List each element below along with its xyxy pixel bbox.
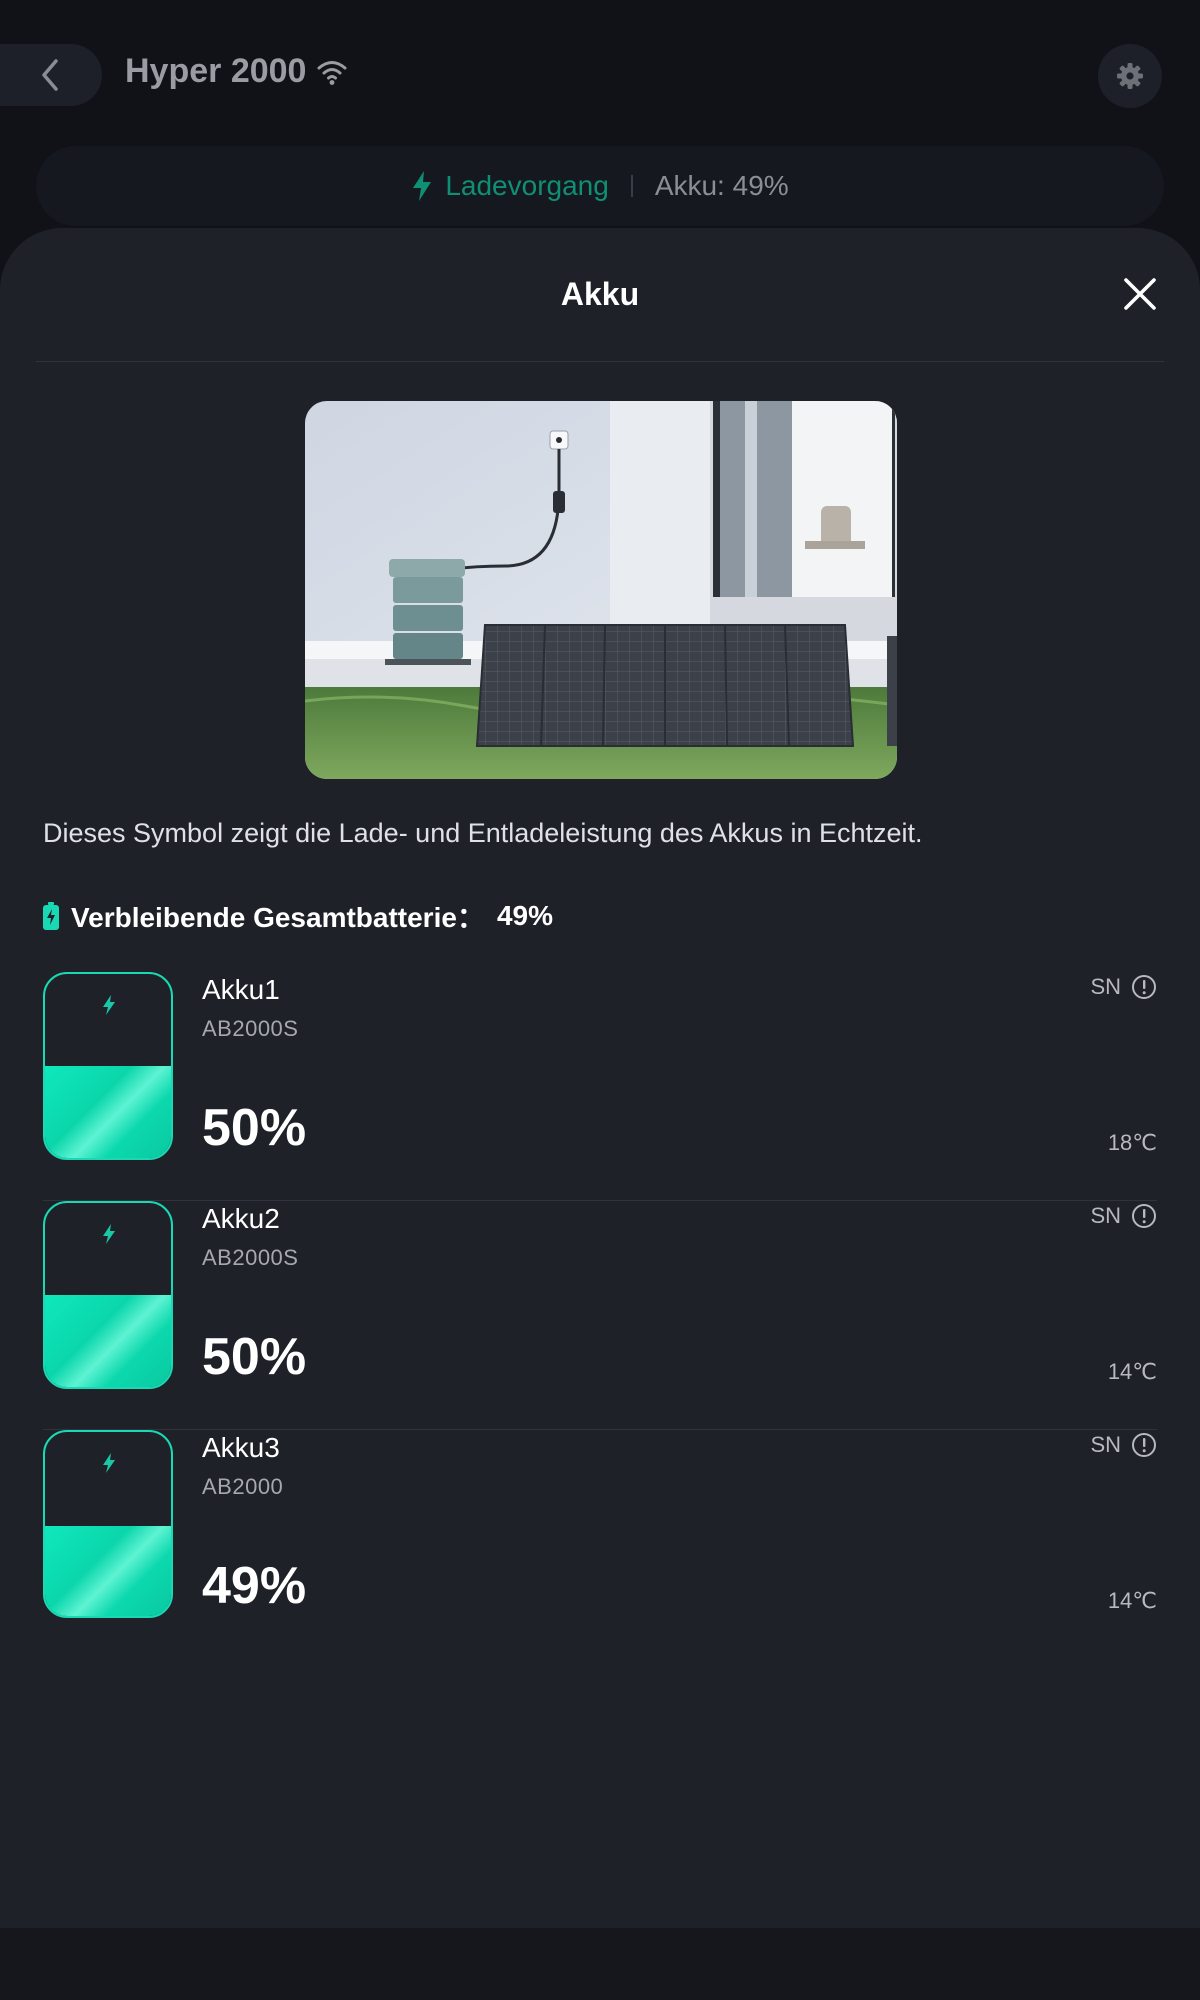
total-battery-label: Verbleibende Gesamtbatterie： <box>71 902 485 933</box>
akku-item[interactable]: Akku3 AB2000 49% SN 14℃ <box>43 1430 1157 1659</box>
product-illustration <box>305 401 897 779</box>
bolt-icon <box>103 1224 115 1244</box>
status-divider <box>630 175 633 197</box>
wifi-icon <box>317 60 347 85</box>
battery-level-fill <box>45 1295 171 1387</box>
close-button[interactable] <box>1118 272 1162 316</box>
bolt-icon <box>413 171 432 201</box>
sn-label: SN <box>1090 1203 1121 1228</box>
device-name: Hyper 2000 <box>125 52 307 90</box>
sn-label: SN <box>1090 974 1121 999</box>
akku-model: AB2000 <box>202 1474 284 1499</box>
gear-icon <box>1117 63 1143 89</box>
akku-percent: 49% <box>202 1557 307 1615</box>
akku-temperature: 14℃ <box>1107 1588 1157 1613</box>
battery-level-indicator <box>43 1201 173 1389</box>
akku-temperature: 14℃ <box>1107 1359 1157 1384</box>
sn-info-button[interactable]: SN <box>1090 1203 1157 1229</box>
status-bar[interactable]: Ladevorgang Akku: 49% <box>36 146 1164 226</box>
battery-level-fill <box>45 1066 171 1158</box>
info-icon <box>1132 1433 1156 1457</box>
battery-status-text: Akku: 49% <box>654 170 789 201</box>
back-button[interactable] <box>0 44 102 106</box>
device-header: Hyper 2000 Ladevorgang Akku: 49% <box>0 0 1200 230</box>
akku-sheet: Akku Dieses Symbol zeigt die Lade- und E… <box>0 228 1200 1928</box>
sheet-title: Akku <box>560 276 640 312</box>
akku-name: Akku1 <box>202 974 280 1005</box>
chevron-left-icon <box>42 59 58 91</box>
charging-label: Ladevorgang <box>445 170 609 201</box>
info-icon <box>1132 975 1156 999</box>
battery-level-indicator <box>43 972 173 1160</box>
akku-percent: 50% <box>202 1328 307 1386</box>
total-battery-value: 49% <box>496 900 553 931</box>
sheet-divider <box>36 361 1164 362</box>
charging-status: Ladevorgang <box>411 170 609 202</box>
akku-percent: 50% <box>202 1099 307 1157</box>
bolt-icon <box>103 995 115 1015</box>
battery-level-indicator <box>43 1430 173 1618</box>
sn-label: SN <box>1090 1432 1121 1457</box>
battery-icon <box>43 902 59 930</box>
info-icon <box>1132 1204 1156 1228</box>
sn-info-button[interactable]: SN <box>1090 1432 1157 1458</box>
akku-model: AB2000S <box>202 1245 299 1270</box>
battery-stack <box>385 559 471 665</box>
sn-info-button[interactable]: SN <box>1090 974 1157 1000</box>
akku-temperature: 18℃ <box>1107 1130 1157 1155</box>
bolt-icon <box>103 1453 115 1473</box>
device-title: Hyper 2000 <box>125 52 348 91</box>
description-text: Dieses Symbol zeigt die Lade- und Entlad… <box>43 818 923 848</box>
battery-level-fill <box>45 1525 171 1616</box>
settings-button[interactable] <box>1098 44 1162 108</box>
akku-name: Akku3 <box>202 1432 280 1463</box>
app-root: Hyper 2000 Ladevorgang Akku: 49% Akku Di… <box>0 0 1200 2000</box>
akku-item[interactable]: Akku2 AB2000S 50% SN 14℃ <box>43 1201 1157 1430</box>
total-battery-row: Verbleibende Gesamtbatterie： 49% <box>43 896 553 936</box>
akku-name: Akku2 <box>202 1203 280 1234</box>
close-icon <box>1124 278 1156 310</box>
bottom-strip <box>0 1928 1200 2000</box>
akku-model: AB2000S <box>202 1016 299 1041</box>
akku-list: Akku1 AB2000S 50% SN 18℃ Akku2 AB2000S 5… <box>43 972 1157 1659</box>
akku-item[interactable]: Akku1 AB2000S 50% SN 18℃ <box>43 972 1157 1201</box>
